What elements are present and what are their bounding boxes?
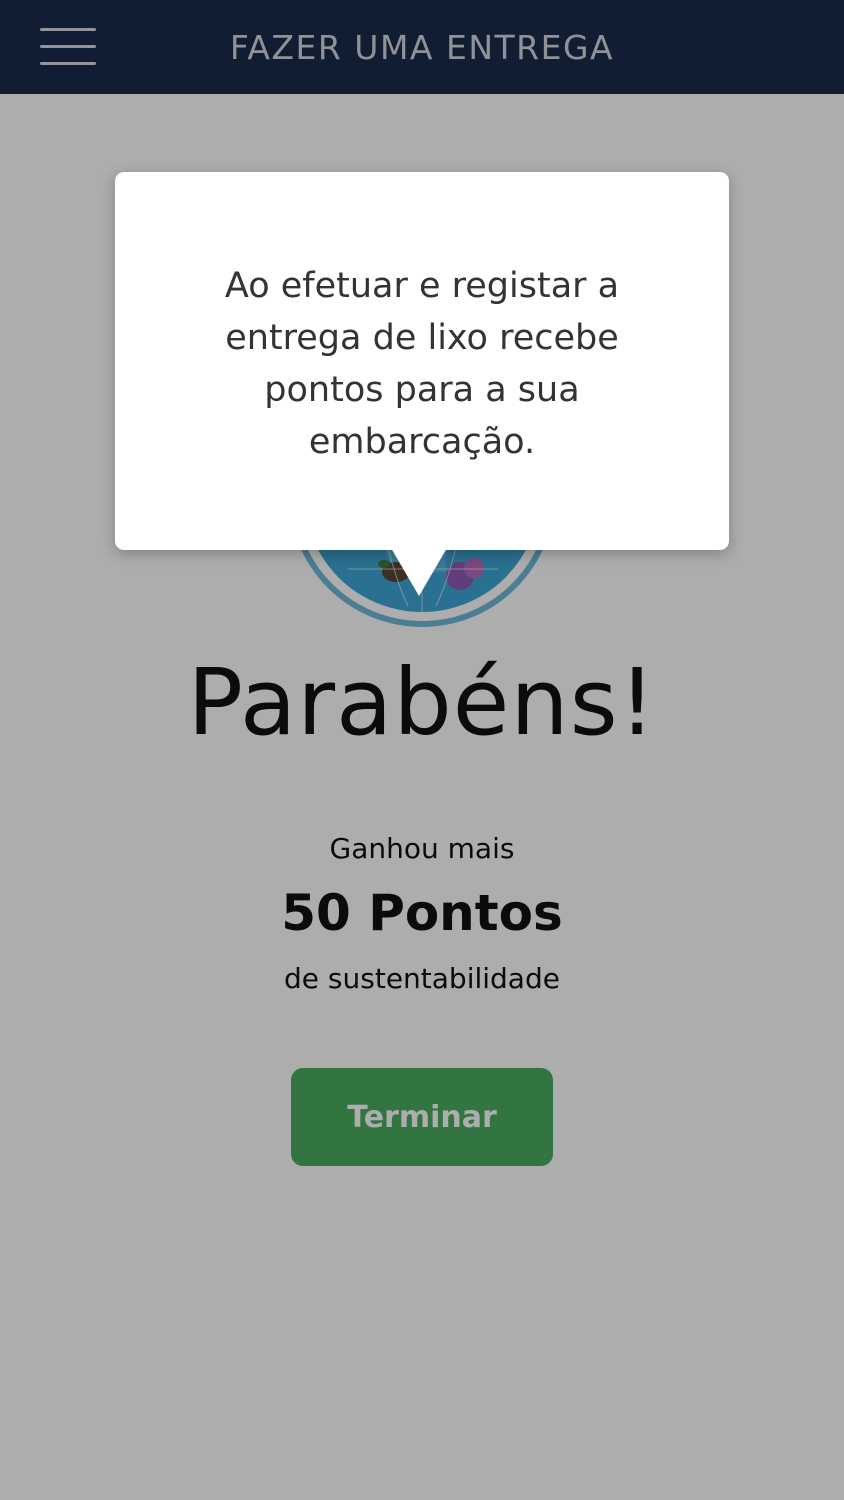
tooltip-pointer (391, 548, 447, 596)
tooltip-text: Ao efetuar e registar a entrega de lixo … (224, 266, 620, 462)
info-tooltip: Ao efetuar e registar a entrega de lixo … (115, 172, 729, 596)
